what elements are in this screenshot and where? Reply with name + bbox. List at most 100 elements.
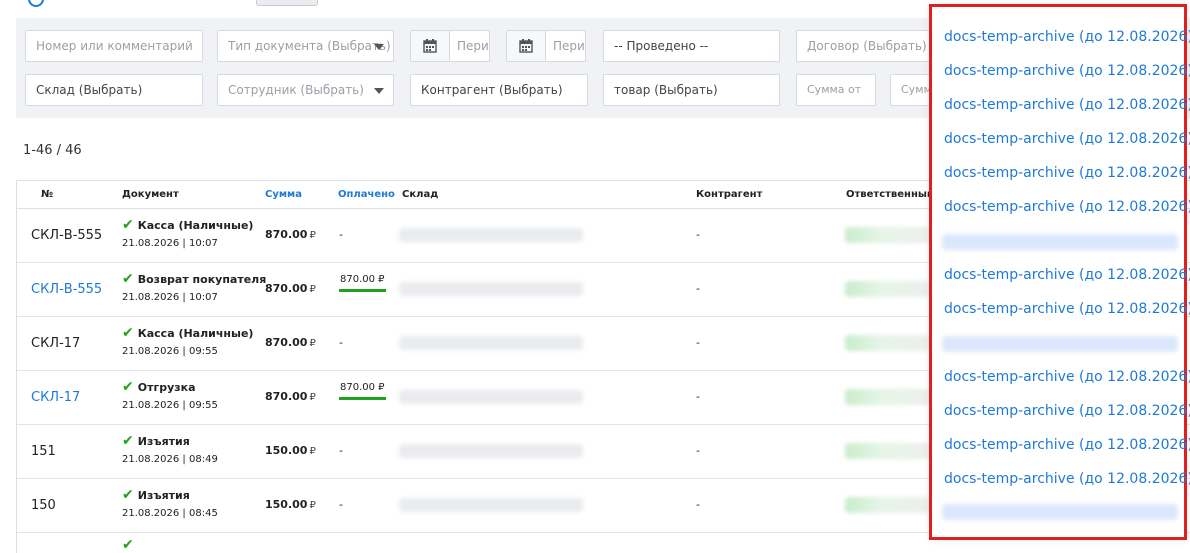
doc-date: 21.08.2026 | 09:55 — [122, 400, 218, 411]
currency-sign: ₽ — [309, 230, 316, 241]
doc-info: ✔ Отгрузка 21.08.2026 | 09:55 — [122, 379, 218, 411]
product-select[interactable]: товар (Выбрать) — [603, 74, 780, 106]
warehouse-blurred — [399, 336, 583, 350]
storage-dropdown-popup: docs-temp-archive (до 12.08.2026) docs-t… — [929, 4, 1190, 540]
doc-number-link[interactable]: СКЛ-В-555 — [31, 282, 102, 297]
doc-date: 21.08.2026 | 09:55 — [122, 346, 218, 357]
checkmark-icon: ✔ — [122, 537, 134, 553]
sum-from-input[interactable]: Сумма от — [796, 74, 876, 106]
doc-paid-progress: 870.00 ₽ — [339, 382, 386, 400]
doc-info: ✔ Изъятия 21.08.2026 | 08:49 — [122, 433, 218, 465]
col-number: № — [41, 189, 54, 200]
posted-value: -- Проведено -- — [614, 39, 709, 53]
doc-paid-progress: 870.00 ₽ — [339, 274, 386, 292]
doc-title: Касса (Наличные) — [137, 327, 254, 340]
checkmark-icon: ✔ — [122, 217, 134, 233]
storage-option[interactable]: docs-temp-archive (до 12.08.2026) — [944, 471, 1190, 487]
responsible-blurred — [845, 497, 935, 513]
responsible-blurred — [845, 227, 935, 243]
doc-number: СКЛ-17 — [31, 336, 81, 351]
doc-title: Отгрузка — [137, 381, 196, 394]
warehouse-blurred — [399, 282, 583, 296]
col-paid[interactable]: Оплачено — [338, 189, 395, 200]
doctype-select[interactable]: Тип документа (Выбрать) — [217, 30, 394, 62]
currency-sign: ₽ — [309, 338, 316, 349]
date-from-placeholder: Пери — [457, 39, 489, 53]
sum-value: 150.00 — [265, 498, 308, 511]
checkmark-icon: ✔ — [122, 487, 134, 503]
contract-select[interactable]: Договор (Выбрать) — [796, 30, 946, 62]
sum-value: 870.00 — [265, 282, 308, 295]
warehouse-placeholder: Склад (Выбрать) — [36, 83, 143, 97]
col-document: Документ — [122, 189, 179, 200]
storage-option[interactable]: docs-temp-archive (до 12.08.2026) — [944, 403, 1190, 419]
doc-paid: - — [339, 444, 343, 457]
doc-title: Изъятия — [137, 489, 190, 502]
col-sum[interactable]: Сумма — [265, 189, 302, 200]
doctype-placeholder: Тип документа (Выбрать) — [228, 39, 391, 53]
currency-sign: ₽ — [309, 500, 316, 511]
storage-option-blurred[interactable] — [942, 234, 1178, 250]
counterparty-placeholder: Контрагент (Выбрать) — [421, 83, 563, 97]
doc-sum: 870.00 ₽ — [265, 282, 316, 295]
doc-counterparty: - — [696, 228, 700, 241]
responsible-blurred — [845, 443, 935, 459]
checkmark-icon: ✔ — [122, 379, 134, 395]
warehouse-select[interactable]: Склад (Выбрать) — [25, 74, 203, 106]
date-to-field[interactable]: Пери — [506, 30, 586, 62]
doc-title: Изъятия — [137, 435, 190, 448]
warehouse-blurred — [399, 498, 583, 512]
col-warehouse: Склад — [402, 189, 439, 200]
top-button[interactable] — [256, 0, 318, 6]
sum-value: 150.00 — [265, 444, 308, 457]
doc-paid: - — [339, 336, 343, 349]
storage-option[interactable]: docs-temp-archive (до 12.08.2026) — [944, 437, 1190, 453]
storage-option[interactable]: docs-temp-archive (до 12.08.2026) — [944, 165, 1190, 181]
storage-option-blurred[interactable] — [942, 336, 1178, 352]
employee-select[interactable]: Сотрудник (Выбрать) — [217, 74, 394, 106]
doc-counterparty: - — [696, 498, 700, 511]
doc-info: ✔ — [122, 537, 138, 553]
product-placeholder: товар (Выбрать) — [614, 83, 718, 97]
posted-select[interactable]: -- Проведено -- — [603, 30, 780, 62]
checkmark-icon: ✔ — [122, 271, 134, 287]
calendar-icon[interactable] — [507, 31, 546, 61]
warehouse-blurred — [399, 390, 583, 404]
doc-number-link[interactable]: СКЛ-17 — [31, 390, 80, 405]
doc-date: 21.08.2026 | 10:07 — [122, 292, 218, 303]
doc-counterparty: - — [696, 336, 700, 349]
date-to-placeholder: Пери — [553, 39, 585, 53]
radio-button[interactable] — [28, 0, 44, 7]
doc-counterparty: - — [696, 282, 700, 295]
date-from-field[interactable]: Пери — [410, 30, 490, 62]
chevron-down-icon — [374, 44, 384, 50]
doc-number: 151 — [31, 444, 56, 459]
doc-date: 21.08.2026 | 08:45 — [122, 508, 218, 519]
number-comment-input[interactable]: Номер или комментарий — [25, 30, 203, 62]
paid-value: 870.00 ₽ — [340, 274, 385, 285]
doc-number: 150 — [31, 498, 56, 513]
doc-title: Возврат покупателя — [137, 273, 267, 286]
storage-option[interactable]: docs-temp-archive (до 12.08.2026) — [944, 267, 1190, 283]
storage-option[interactable]: docs-temp-archive (до 12.08.2026) — [944, 199, 1190, 215]
doc-number: СКЛ-В-555 — [31, 228, 103, 243]
chevron-down-icon — [374, 88, 384, 94]
warehouse-blurred — [399, 228, 583, 242]
doc-info: ✔ Возврат покупателя 21.08.2026 | 10:07 — [122, 271, 266, 303]
storage-option[interactable]: docs-temp-archive (до 12.08.2026) — [944, 97, 1190, 113]
doc-sum: 870.00 ₽ — [265, 336, 316, 349]
doc-sum: 150.00 ₽ — [265, 498, 316, 511]
sum-from-placeholder: Сумма от — [807, 83, 862, 96]
storage-option[interactable]: docs-temp-archive (до 12.08.2026) — [944, 29, 1190, 45]
doc-info: ✔ Касса (Наличные) 21.08.2026 | 10:07 — [122, 217, 253, 249]
storage-option[interactable]: docs-temp-archive (до 12.08.2026) — [944, 301, 1190, 317]
doc-date: 21.08.2026 | 08:49 — [122, 454, 218, 465]
storage-option[interactable]: docs-temp-archive (до 12.08.2026) — [944, 369, 1190, 385]
counterparty-select[interactable]: Контрагент (Выбрать) — [410, 74, 588, 106]
storage-option-blurred[interactable] — [942, 504, 1178, 520]
storage-option[interactable]: docs-temp-archive (до 12.08.2026) — [944, 63, 1190, 79]
responsible-blurred — [845, 335, 935, 351]
calendar-icon[interactable] — [411, 31, 450, 61]
storage-option[interactable]: docs-temp-archive (до 12.08.2026) — [944, 131, 1190, 147]
doc-sum: 870.00 ₽ — [265, 228, 316, 241]
